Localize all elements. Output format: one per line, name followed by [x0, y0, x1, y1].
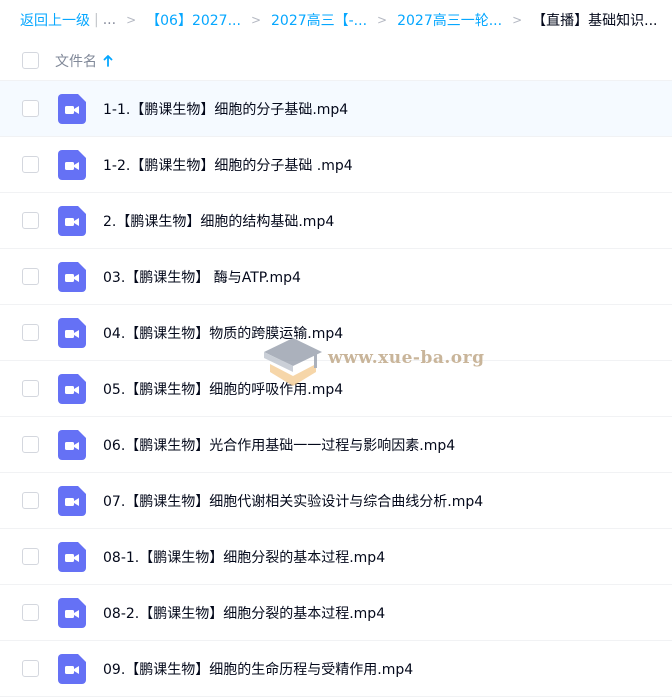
file-row[interactable]: 1-1.【鹏课生物】细胞的分子基础.mp4: [0, 81, 672, 137]
file-name[interactable]: 07.【鹏课生物】细胞代谢相关实验设计与综合曲线分析.mp4: [103, 491, 483, 511]
video-file-icon: [58, 318, 86, 348]
row-checkbox[interactable]: [22, 268, 39, 285]
video-file-icon: [58, 486, 86, 516]
breadcrumb-ellipsis[interactable]: ...: [103, 12, 116, 28]
file-row[interactable]: 07.【鹏课生物】细胞代谢相关实验设计与综合曲线分析.mp4: [0, 473, 672, 529]
breadcrumb-item[interactable]: 【06】2027...: [146, 10, 241, 30]
video-file-icon: [58, 94, 86, 124]
row-checkbox[interactable]: [22, 380, 39, 397]
sort-ascending-icon: [103, 55, 113, 67]
sort-by-name-button[interactable]: 文件名: [55, 51, 113, 71]
file-name[interactable]: 1-2.【鹏课生物】细胞的分子基础 .mp4: [103, 155, 353, 175]
file-list-header: 文件名: [0, 40, 672, 81]
video-file-icon: [58, 262, 86, 292]
video-file-icon: [58, 542, 86, 572]
file-row[interactable]: 06.【鹏课生物】光合作用基础一一过程与影响因素.mp4: [0, 417, 672, 473]
breadcrumb-divider: |: [94, 12, 99, 28]
file-name[interactable]: 04.【鹏课生物】物质的跨膜运输.mp4: [103, 323, 343, 343]
file-name[interactable]: 09.【鹏课生物】细胞的生命历程与受精作用.mp4: [103, 659, 413, 679]
row-checkbox[interactable]: [22, 492, 39, 509]
row-checkbox[interactable]: [22, 324, 39, 341]
file-row[interactable]: 08-2.【鹏课生物】细胞分裂的基本过程.mp4: [0, 585, 672, 641]
row-checkbox[interactable]: [22, 660, 39, 677]
file-row[interactable]: 2.【鹏课生物】细胞的结构基础.mp4: [0, 193, 672, 249]
chevron-right-icon: >: [250, 13, 261, 27]
breadcrumb-item[interactable]: 2027高三【-...: [271, 10, 367, 30]
video-file-icon: [58, 430, 86, 460]
file-row[interactable]: 09.【鹏课生物】细胞的生命历程与受精作用.mp4: [0, 641, 672, 697]
file-name[interactable]: 2.【鹏课生物】细胞的结构基础.mp4: [103, 211, 334, 231]
file-row[interactable]: 03.【鹏课生物】 酶与ATP.mp4: [0, 249, 672, 305]
breadcrumb-current: 【直播】基础知识...: [532, 13, 658, 29]
select-all-checkbox[interactable]: [22, 52, 39, 69]
file-row[interactable]: 04.【鹏课生物】物质的跨膜运输.mp4: [0, 305, 672, 361]
file-name[interactable]: 06.【鹏课生物】光合作用基础一一过程与影响因素.mp4: [103, 435, 455, 455]
video-file-icon: [58, 150, 86, 180]
file-name[interactable]: 08-1.【鹏课生物】细胞分裂的基本过程.mp4: [103, 547, 385, 567]
chevron-right-icon: >: [377, 13, 388, 27]
row-checkbox[interactable]: [22, 212, 39, 229]
video-file-icon: [58, 654, 86, 684]
breadcrumb: 返回上一级 | ... > 【06】2027... > 2027高三【-... …: [0, 0, 672, 40]
video-file-icon: [58, 206, 86, 236]
file-name[interactable]: 03.【鹏课生物】 酶与ATP.mp4: [103, 267, 301, 287]
file-name[interactable]: 05.【鹏课生物】细胞的呼吸作用.mp4: [103, 379, 343, 399]
chevron-right-icon: >: [512, 13, 523, 27]
row-checkbox[interactable]: [22, 436, 39, 453]
video-file-icon: [58, 374, 86, 404]
row-checkbox[interactable]: [22, 604, 39, 621]
row-checkbox[interactable]: [22, 156, 39, 173]
file-row[interactable]: 08-1.【鹏课生物】细胞分裂的基本过程.mp4: [0, 529, 672, 585]
column-name-label: 文件名: [55, 54, 97, 70]
file-name[interactable]: 08-2.【鹏课生物】细胞分裂的基本过程.mp4: [103, 603, 385, 623]
chevron-right-icon: >: [126, 13, 137, 27]
row-checkbox[interactable]: [22, 548, 39, 565]
breadcrumb-item[interactable]: 2027高三一轮...: [397, 10, 502, 30]
back-link[interactable]: 返回上一级: [20, 10, 90, 30]
file-row[interactable]: 1-2.【鹏课生物】细胞的分子基础 .mp4: [0, 137, 672, 193]
file-row[interactable]: 05.【鹏课生物】细胞的呼吸作用.mp4: [0, 361, 672, 417]
video-file-icon: [58, 598, 86, 628]
row-checkbox[interactable]: [22, 100, 39, 117]
file-name[interactable]: 1-1.【鹏课生物】细胞的分子基础.mp4: [103, 99, 348, 119]
